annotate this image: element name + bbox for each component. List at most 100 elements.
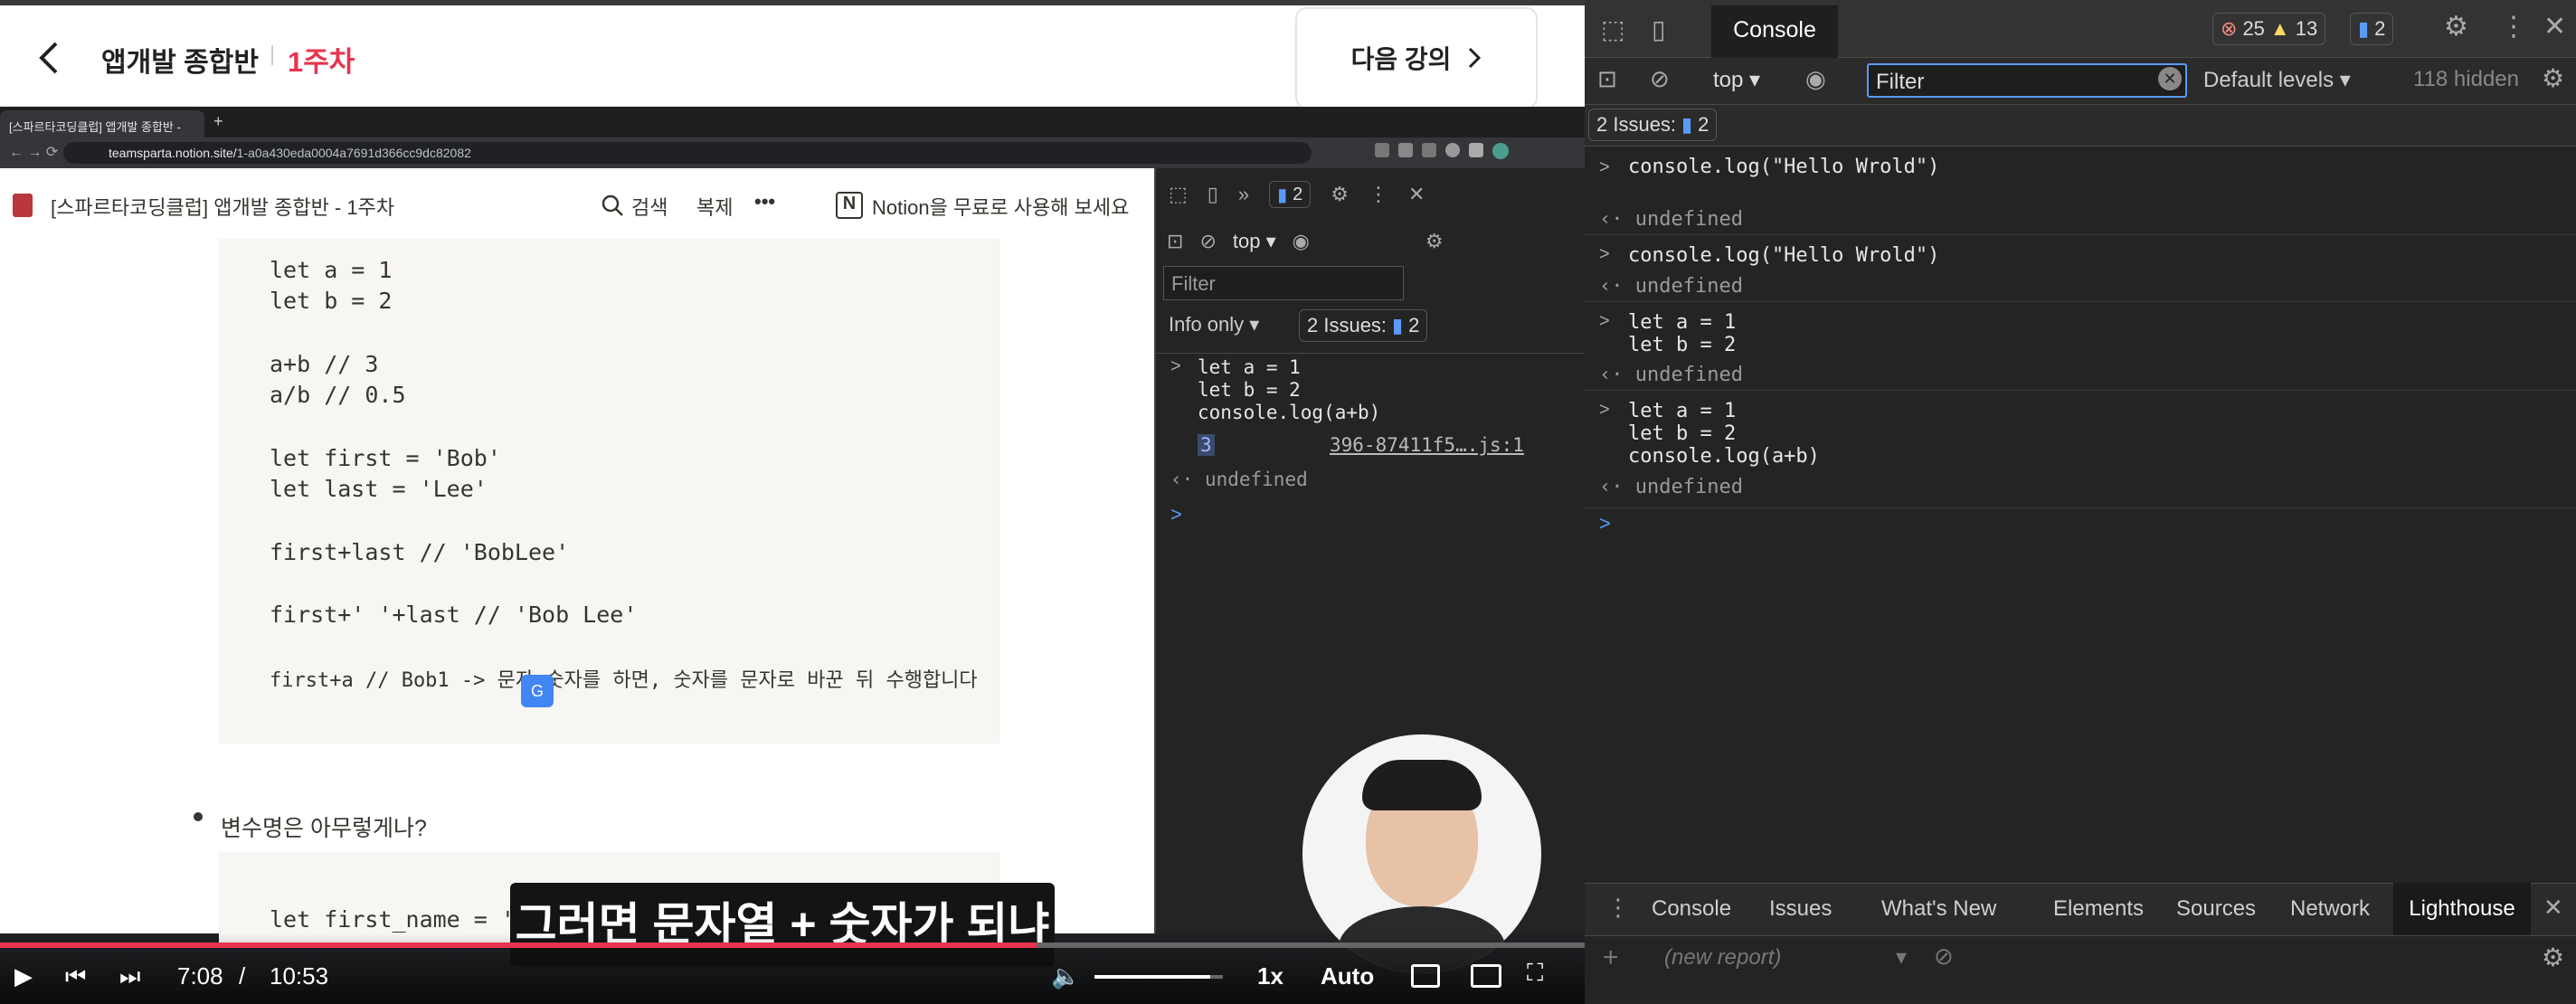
volume-icon[interactable]: 🔈 (1051, 962, 1080, 990)
browser-tab[interactable]: [스파르타코딩클럽] 앱개발 종합반 - (0, 110, 204, 137)
progress-track[interactable] (0, 942, 1585, 948)
issues-label: 2 Issues: (1307, 314, 1387, 336)
notion-logo-icon: N (836, 192, 863, 219)
book-icon (13, 194, 33, 217)
notion-page-title[interactable]: [스파르타코딩클럽] 앱개발 종합반 - 1주차 (51, 192, 394, 221)
nav-arrows-icon[interactable]: ← → ⟳ (9, 143, 58, 161)
errors-badge[interactable]: ⊗ 25 ▲ 13 (2212, 13, 2326, 45)
drawer-tab-sources[interactable]: Sources (2176, 883, 2256, 935)
code-line: a/b // 0.5 (270, 382, 406, 408)
error-count: 25 (2242, 17, 2265, 40)
close-icon[interactable]: ✕ (2543, 11, 2566, 43)
context-label: top (1232, 230, 1261, 252)
issues-bar (1585, 105, 2576, 147)
progress-fill (0, 942, 1037, 948)
code-line: first+a // Bob1 -> 문자+숫자를 하면, 숫자를 문자로 바꾼… (270, 669, 978, 692)
console-input: let a = 1 let b = 2 console.log(a+b) (1198, 356, 1381, 423)
drawer-tab-console[interactable]: Console (1652, 883, 1731, 935)
duplicate-button[interactable]: 복제 (696, 192, 733, 221)
quality-button[interactable]: Auto (1321, 962, 1374, 990)
drawer-tab-whats-new[interactable]: What's New (1881, 883, 1996, 935)
divider (1154, 353, 1585, 354)
report-select[interactable]: (new report) ▾ (1664, 944, 1907, 971)
info-only-label: Info only (1169, 313, 1245, 336)
sidebar-icon[interactable]: ⊡ (1167, 230, 1183, 253)
next-lecture-button[interactable]: 다음 강의 (1295, 7, 1538, 109)
browser-tabstrip (0, 107, 1585, 137)
chevron-right-icon (1469, 47, 1482, 69)
issues-badge[interactable]: ▮ 2 (1269, 181, 1312, 208)
inspect-icon[interactable]: ⬚ (1601, 14, 1624, 44)
drawer-tab-lighthouse[interactable]: Lighthouse (2393, 883, 2531, 935)
inspect-icon[interactable]: ⬚ (1169, 183, 1188, 206)
code-line: let first = 'Bob' (270, 445, 501, 471)
context-select[interactable]: top ▾ (1713, 67, 1760, 93)
kebab-icon[interactable]: ⋮ (1368, 183, 1388, 206)
more-tabs-icon[interactable]: » (1238, 183, 1249, 206)
fullscreen-icon[interactable]: ⛶ (1527, 959, 1543, 988)
search-icon[interactable] (601, 194, 624, 217)
code-line: let a = 1 (270, 257, 393, 283)
gear-icon[interactable]: ⚙ (2444, 11, 2468, 43)
add-icon[interactable]: + (1603, 942, 1619, 973)
message-icon: ▮ (2358, 17, 2370, 40)
url-path: 1-a0a430eda0004a7691d366cc9dc82082 (236, 146, 471, 160)
volume-fill (1094, 975, 1210, 979)
translate-icon[interactable]: G (521, 675, 554, 707)
filter-input[interactable]: Filter (1163, 266, 1404, 300)
info-only-select[interactable]: Info only ▾ (1169, 313, 1259, 336)
kebab-icon[interactable]: ⋮ (2500, 11, 2527, 43)
console-prompt[interactable]: > (1599, 512, 1611, 535)
more-options-icon[interactable]: ••• (754, 190, 775, 213)
issues-button[interactable]: 2 Issues: ▮ 2 (1299, 309, 1428, 342)
close-drawer-icon[interactable]: ✕ (2543, 894, 2563, 922)
bullet-icon (194, 812, 203, 821)
device-icon[interactable]: ▯ (1652, 14, 1665, 44)
new-tab-icon[interactable]: + (213, 112, 223, 131)
clear-console-icon[interactable]: ⊘ (1650, 65, 1670, 93)
source-link[interactable]: 396-87411f5….js:1 (1330, 434, 1524, 456)
pip-icon[interactable] (1471, 964, 1501, 988)
undefined-text: undefined (1204, 469, 1308, 490)
drawer-menu-icon[interactable]: ⋮ (1606, 894, 1630, 922)
next-icon[interactable]: ⏭ (119, 962, 140, 991)
eye-icon[interactable]: ◉ (1805, 65, 1826, 93)
prompt-icon[interactable]: > (1170, 503, 1182, 526)
console-input: console.log("Hello Wrold") (1628, 244, 1940, 267)
filter-input[interactable]: Filter (1867, 63, 2187, 98)
back-arrow-icon[interactable] (36, 40, 63, 76)
volume-slider[interactable] (1094, 975, 1223, 979)
console-input: let a = 1 let b = 2 (1628, 311, 1737, 356)
clear-filter-icon[interactable]: ✕ (2158, 67, 2182, 90)
notion-promo-link[interactable]: Notion을 무료로 사용해 보세요 (872, 192, 1129, 221)
url-host: teamsparta.notion.site/ (109, 146, 237, 160)
issues-button[interactable]: 2 Issues: ▮ 2 (1588, 109, 1718, 141)
play-icon[interactable]: ▶ (14, 962, 33, 990)
lighthouse-settings-icon[interactable]: ⚙ (2542, 942, 2564, 972)
address-bar[interactable]: teamsparta.notion.site/1-a0a430eda0004a7… (63, 142, 1312, 164)
console-settings-icon[interactable]: ⚙ (2542, 63, 2564, 93)
search-label[interactable]: 검색 (631, 192, 668, 221)
gear-icon[interactable]: ⚙ (1331, 183, 1349, 206)
issues-label: 2 Issues: (1596, 113, 1677, 136)
gear-icon[interactable]: ⚙ (1425, 230, 1444, 253)
console-output: ‹· undefined (1599, 476, 1743, 498)
drawer-tab-issues[interactable]: Issues (1769, 883, 1832, 935)
device-icon[interactable]: ▯ (1208, 183, 1218, 206)
console-entry: > console.log("Hello Wrold") ‹· undefine… (1585, 147, 2576, 235)
drawer-tab-elements[interactable]: Elements (2053, 883, 2144, 935)
code-line: first+last // 'BobLee' (270, 539, 570, 565)
eye-icon[interactable]: ◉ (1293, 230, 1310, 253)
messages-badge[interactable]: ▮ 2 (2350, 13, 2394, 45)
sidebar-icon[interactable]: ⊡ (1597, 65, 1617, 93)
log-levels-select[interactable]: Default levels ▾ (2203, 67, 2351, 93)
speed-button[interactable]: 1x (1257, 962, 1283, 990)
captions-icon[interactable] (1411, 964, 1440, 988)
previous-icon[interactable]: ⏮ (65, 962, 86, 991)
close-icon[interactable]: ✕ (1408, 183, 1425, 206)
drawer-tab-network[interactable]: Network (2290, 883, 2370, 935)
context-select[interactable]: top ▾ (1233, 230, 1276, 253)
tab-console[interactable]: Console (1711, 5, 1838, 58)
clear-report-icon[interactable]: ⊘ (1934, 942, 1954, 971)
clear-icon[interactable]: ⊘ (1199, 230, 1216, 253)
